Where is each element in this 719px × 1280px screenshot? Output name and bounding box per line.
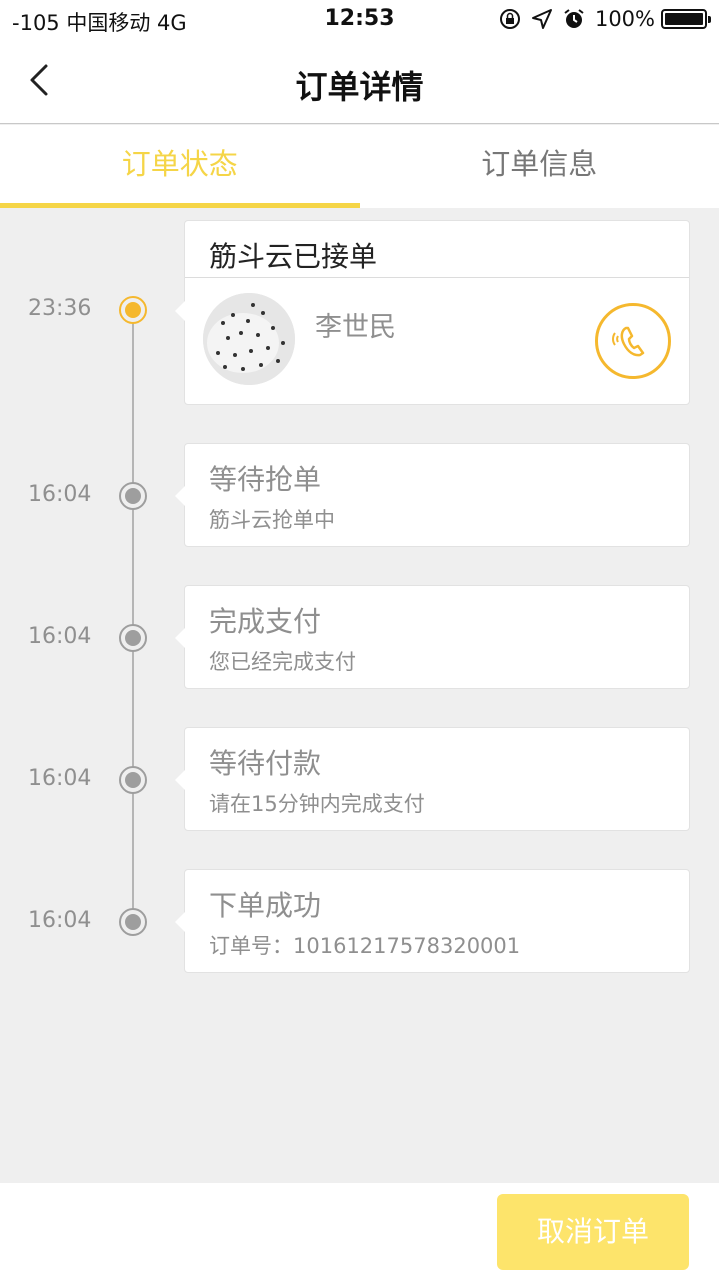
bottom-bar: 取消订单	[0, 1183, 719, 1280]
tab-order-status[interactable]: 订单状态	[0, 125, 360, 208]
timeline-time: 16:04	[28, 482, 92, 507]
card-title: 等待付款	[209, 747, 322, 780]
battery-percent: 100%	[594, 7, 655, 31]
timeline-line	[132, 310, 134, 922]
card-header: 筋斗云已接单	[185, 221, 689, 278]
battery-icon	[661, 9, 711, 29]
timeline-dot	[119, 624, 147, 652]
card-title: 下单成功	[209, 889, 322, 922]
timeline-dot	[119, 766, 147, 794]
card-subtitle: 您已经完成支付	[209, 650, 356, 674]
order-accepted-card: 筋斗云已接单 李世民	[175, 220, 690, 405]
card-subtitle: 请在15分钟内完成支付	[209, 792, 425, 816]
timeline-time: 16:04	[28, 908, 92, 933]
timeline-time: 16:04	[28, 624, 92, 649]
timeline-time: 23:36	[28, 296, 92, 321]
card-title: 等待抢单	[209, 463, 322, 496]
phone-icon	[612, 326, 645, 357]
tab-order-info[interactable]: 订单信息	[360, 125, 719, 208]
location-icon	[531, 9, 552, 29]
timeline-dot-active	[119, 296, 147, 324]
status-card: 下单成功 订单号：10161217578320001	[175, 869, 690, 973]
card-subtitle: 筋斗云抢单中	[209, 508, 335, 532]
timeline-time: 16:04	[28, 766, 92, 791]
status-card: 等待抢单 筋斗云抢单中	[175, 443, 690, 547]
cancel-order-button[interactable]: 取消订单	[497, 1194, 689, 1270]
tab-bar: 订单状态 订单信息	[0, 125, 719, 208]
call-driver-button[interactable]	[595, 303, 671, 379]
alarm-icon	[564, 9, 584, 28]
page-title: 订单详情	[295, 68, 424, 106]
nav-bar: 订单详情	[0, 40, 719, 124]
timeline-dot	[119, 482, 147, 510]
card-title: 完成支付	[209, 605, 322, 638]
status-card: 完成支付 您已经完成支付	[175, 585, 690, 689]
timeline-dot	[119, 908, 147, 936]
driver-name: 李世民	[315, 312, 396, 343]
card-title: 筋斗云已接单	[209, 240, 378, 273]
orientation-lock-icon	[499, 9, 520, 29]
status-card: 等待付款 请在15分钟内完成支付	[175, 727, 690, 831]
status-right: 100%	[499, 7, 711, 31]
order-number: 订单号：10161217578320001	[209, 934, 521, 958]
status-bar: -105 中国移动 4G 12:53 100%	[0, 0, 719, 40]
driver-avatar	[203, 293, 295, 385]
